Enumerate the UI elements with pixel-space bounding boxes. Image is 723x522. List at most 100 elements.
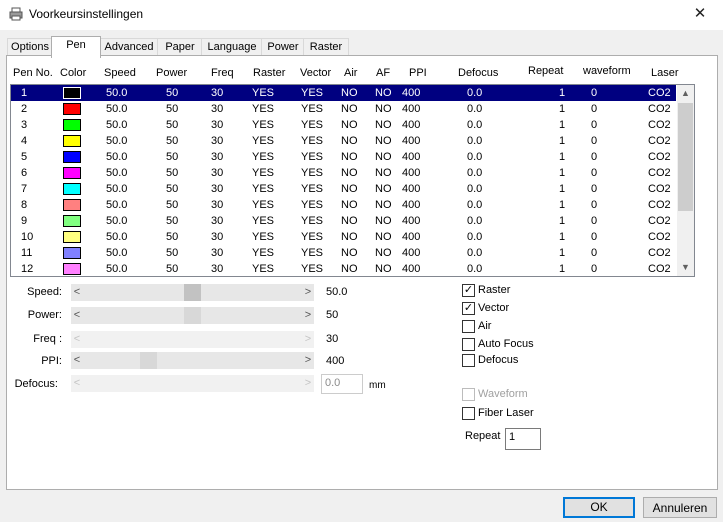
checkbox-box[interactable]	[462, 407, 475, 420]
pen-freq-cell: 30	[211, 135, 224, 147]
checkmark-icon[interactable]: ✓	[462, 284, 475, 297]
pen-speed-cell: 50.0	[106, 231, 128, 243]
tab-power[interactable]: Power	[261, 38, 305, 56]
scrollbar-thumb[interactable]	[678, 103, 693, 211]
speed-value: 50.0	[326, 286, 348, 298]
pen-raster-cell: YES	[252, 103, 275, 115]
pen-raster-cell: YES	[252, 247, 275, 259]
pen-af-cell: NO	[375, 135, 392, 147]
slider-thumb[interactable]	[184, 284, 201, 301]
pen-waveform-cell: 0	[591, 263, 598, 275]
chevron-left-icon[interactable]: <	[71, 284, 83, 301]
scroll-down-icon[interactable]: ▼	[677, 259, 694, 276]
table-row[interactable]: 2 50.0 50 30 YES YES NO NO 400 0.0 1 0 CO2	[11, 101, 676, 117]
chevron-right-icon: >	[304, 333, 312, 345]
tab-options[interactable]: Options	[7, 38, 53, 56]
slider-thumb[interactable]	[184, 307, 201, 324]
table-row[interactable]: 1 50.0 50 30 YES YES NO NO 400 0.0 1 0 CO2	[11, 85, 676, 101]
pen-air-cell: NO	[341, 151, 358, 163]
pen-color-swatch	[63, 263, 81, 275]
tab-raster[interactable]: Raster	[303, 38, 349, 56]
power-slider[interactable]: < >	[71, 307, 314, 324]
pen-laser-cell: CO2	[648, 215, 671, 227]
table-row[interactable]: 12 50.0 50 30 YES YES NO NO 400 0.0 1 0 CO2	[11, 261, 676, 276]
pen-no-cell: 4	[21, 135, 28, 147]
pen-ppi-cell: 400	[402, 247, 421, 259]
pen-af-cell: NO	[375, 231, 392, 243]
tab-advanced[interactable]: Advanced	[99, 38, 159, 56]
column-header-laser: Laser	[651, 67, 679, 79]
tab-pen[interactable]: Pen	[51, 36, 101, 58]
column-header-vector: Vector	[300, 67, 332, 79]
table-row[interactable]: 6 50.0 50 30 YES YES NO NO 400 0.0 1 0 CO2	[11, 165, 676, 181]
pen-color-swatch	[63, 135, 81, 147]
pen-defocus-cell: 0.0	[467, 87, 483, 99]
pen-defocus-cell: 0.0	[467, 183, 483, 195]
pen-speed-cell: 50.0	[106, 247, 128, 259]
table-row[interactable]: 5 50.0 50 30 YES YES NO NO 400 0.0 1 0 CO2	[11, 149, 676, 165]
pen-repeat-cell: 1	[559, 119, 566, 131]
pen-freq-cell: 30	[211, 183, 224, 195]
close-icon[interactable]: ✕	[677, 0, 723, 30]
vertical-scrollbar[interactable]: ▲ ▼	[677, 85, 694, 276]
tab-paper[interactable]: Paper	[157, 38, 203, 56]
pen-speed-cell: 50.0	[106, 199, 128, 211]
defocus-label: Defocus:	[14, 378, 58, 390]
pen-vector-cell: YES	[301, 135, 324, 147]
pen-repeat-cell: 1	[559, 231, 566, 243]
ok-button[interactable]: OK	[563, 497, 635, 518]
chevron-right-icon[interactable]: >	[302, 307, 314, 324]
pen-vector-cell: YES	[301, 215, 324, 227]
cancel-button[interactable]: Annuleren	[643, 497, 717, 518]
pen-af-cell: NO	[375, 215, 392, 227]
pen-air-cell: NO	[341, 215, 358, 227]
pen-laser-cell: CO2	[648, 135, 671, 147]
pen-repeat-cell: 1	[559, 247, 566, 259]
pen-waveform-cell: 0	[591, 135, 598, 147]
pen-vector-cell: YES	[301, 183, 324, 195]
chevron-right-icon[interactable]: >	[302, 352, 314, 369]
pen-laser-cell: CO2	[648, 231, 671, 243]
pen-power-cell: 50	[166, 151, 179, 163]
tab-language[interactable]: Language	[201, 38, 263, 56]
checkmark-icon[interactable]: ✓	[462, 302, 475, 315]
table-row[interactable]: 9 50.0 50 30 YES YES NO NO 400 0.0 1 0 CO2	[11, 213, 676, 229]
slider-thumb[interactable]	[139, 352, 157, 369]
speed-slider[interactable]: < >	[71, 284, 314, 301]
column-header-raster: Raster	[253, 67, 286, 79]
pen-no-cell: 6	[21, 167, 28, 179]
checkbox-box[interactable]	[462, 354, 475, 367]
ppi-slider[interactable]: < >	[71, 352, 314, 369]
pen-defocus-cell: 0.0	[467, 247, 483, 259]
scroll-up-icon[interactable]: ▲	[677, 85, 694, 102]
pen-laser-cell: CO2	[648, 119, 671, 131]
chevron-right-icon[interactable]: >	[302, 284, 314, 301]
pen-laser-cell: CO2	[648, 199, 671, 211]
chevron-left-icon[interactable]: <	[71, 307, 83, 324]
pen-defocus-cell: 0.0	[467, 263, 483, 275]
table-row[interactable]: 3 50.0 50 30 YES YES NO NO 400 0.0 1 0 CO2	[11, 117, 676, 133]
pen-speed-cell: 50.0	[106, 103, 128, 115]
pen-waveform-cell: 0	[591, 167, 598, 179]
table-row[interactable]: 11 50.0 50 30 YES YES NO NO 400 0.0 1 0 CO2	[11, 245, 676, 261]
pen-air-cell: NO	[341, 135, 358, 147]
pen-no-cell: 5	[21, 151, 28, 163]
checkbox-box[interactable]	[462, 338, 475, 351]
repeat-input[interactable]: 1	[505, 428, 541, 450]
pen-ppi-cell: 400	[402, 151, 421, 163]
title-bar: Voorkeursinstellingen ✕	[0, 0, 723, 30]
pen-vector-cell: YES	[301, 247, 324, 259]
fiber-laser-checkbox-label: Fiber Laser	[478, 407, 534, 419]
table-row[interactable]: 10 50.0 50 30 YES YES NO NO 400 0.0 1 0 CO2	[11, 229, 676, 245]
pen-no-cell: 8	[21, 199, 28, 211]
pen-power-cell: 50	[166, 231, 179, 243]
column-header-af: AF	[376, 67, 391, 79]
table-row[interactable]: 4 50.0 50 30 YES YES NO NO 400 0.0 1 0 CO2	[11, 133, 676, 149]
pen-list[interactable]: 1 50.0 50 30 YES YES NO NO 400 0.0 1 0 CO2 2 50.0 50 30 Y…	[10, 84, 695, 277]
pen-color-swatch	[63, 119, 81, 131]
checkbox-box[interactable]	[462, 320, 475, 333]
table-row[interactable]: 7 50.0 50 30 YES YES NO NO 400 0.0 1 0 CO2	[11, 181, 676, 197]
chevron-left-icon[interactable]: <	[71, 352, 83, 369]
pen-vector-cell: YES	[301, 87, 324, 99]
table-row[interactable]: 8 50.0 50 30 YES YES NO NO 400 0.0 1 0 CO2	[11, 197, 676, 213]
